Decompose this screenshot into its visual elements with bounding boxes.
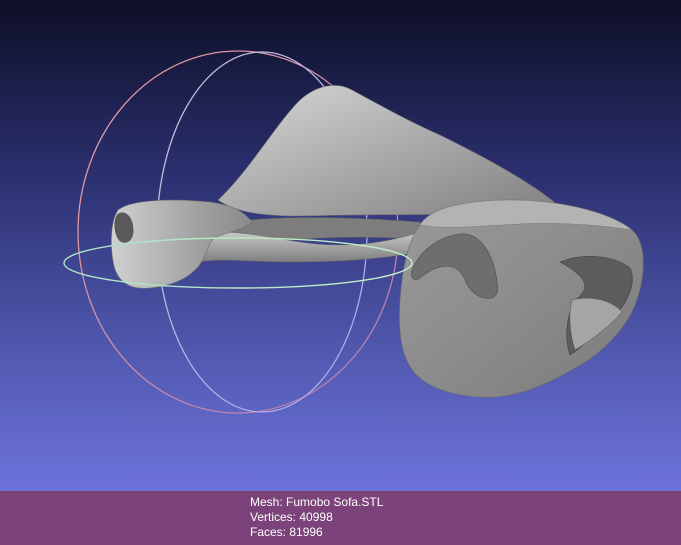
- vertices-line: Vertices: 40998: [250, 510, 383, 525]
- mesh-model[interactable]: [111, 85, 644, 398]
- mesh-name-line: Mesh: Fumobo Sofa.STL: [250, 495, 383, 510]
- mesh-info-text: Mesh: Fumobo Sofa.STL Vertices: 40998 Fa…: [250, 495, 383, 540]
- mesh-info-bar: Mesh: Fumobo Sofa.STL Vertices: 40998 Fa…: [0, 491, 681, 545]
- faces-line: Faces: 81996: [250, 525, 383, 540]
- scene-svg: [63, 50, 644, 414]
- faces-count: 81996: [289, 525, 323, 539]
- faces-label: Faces:: [250, 525, 287, 539]
- mesh-name: Fumobo Sofa.STL: [286, 495, 384, 509]
- mesh-label: Mesh:: [250, 495, 283, 509]
- vertices-count: 40998: [299, 510, 333, 524]
- 3d-viewport[interactable]: [0, 0, 681, 491]
- vertices-label: Vertices:: [250, 510, 297, 524]
